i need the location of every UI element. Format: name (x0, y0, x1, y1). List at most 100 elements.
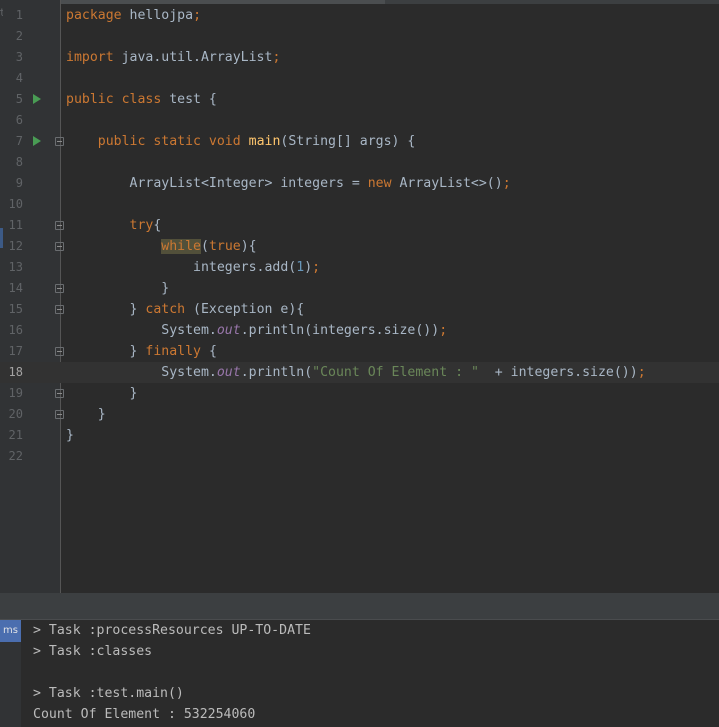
code-line[interactable]: 1 package hellojpa; (0, 5, 719, 26)
code-token: integers.add( (66, 260, 297, 275)
line-number[interactable]: 4 (3, 68, 23, 89)
line-number[interactable]: 22 (3, 446, 23, 467)
code-token: ; (312, 260, 321, 275)
code-line[interactable]: 14 } (0, 278, 719, 299)
code-token: + integers.size()) (478, 365, 638, 380)
code-line[interactable]: 3 import java.util.ArrayList; (0, 47, 719, 68)
code-text[interactable]: try{ (66, 215, 162, 236)
code-token: { (208, 344, 217, 359)
code-token: new (367, 176, 400, 191)
line-number[interactable]: 9 (3, 173, 23, 194)
tool-window-header[interactable] (0, 593, 719, 620)
code-line[interactable]: 11 try{ (0, 215, 719, 236)
code-text[interactable]: package hellojpa; (66, 5, 201, 26)
code-token: System. (66, 323, 217, 338)
line-number[interactable]: 10 (3, 194, 23, 215)
code-token: public class (66, 92, 170, 107)
code-line[interactable]: 7 public static void main(String[] args)… (0, 131, 719, 152)
run-console[interactable]: ms > Task :processResources UP-TO-DATE > … (0, 620, 719, 727)
code-line[interactable]: 16 System.out.println(integers.size()); (0, 320, 719, 341)
code-text[interactable]: System.out.println("Count Of Element : "… (66, 362, 645, 383)
run-icon[interactable] (33, 136, 41, 146)
code-token: import (66, 50, 122, 65)
code-line[interactable]: 12 while(true){ (0, 236, 719, 257)
line-number[interactable]: 3 (3, 47, 23, 68)
line-number[interactable]: 6 (3, 110, 23, 131)
code-text[interactable]: System.out.println(integers.size()); (66, 320, 447, 341)
fold-icon[interactable] (55, 410, 64, 419)
line-number[interactable]: 18 (3, 362, 23, 383)
line-number[interactable]: 21 (3, 425, 23, 446)
code-line[interactable]: 13 integers.add(1); (0, 257, 719, 278)
line-number[interactable]: 7 (3, 131, 23, 152)
fold-icon[interactable] (55, 284, 64, 293)
line-number[interactable]: 12 (3, 236, 23, 257)
line-number[interactable]: 19 (3, 383, 23, 404)
code-token: ; (272, 50, 281, 65)
code-line[interactable]: 10 (0, 194, 719, 215)
console-side-tab[interactable]: ms (0, 620, 21, 642)
code-line[interactable]: 17 } finally { (0, 341, 719, 362)
code-token: out (216, 365, 241, 380)
line-number[interactable]: 20 (3, 404, 23, 425)
code-line[interactable]: 20 } (0, 404, 719, 425)
code-text[interactable]: while(true){ (66, 236, 257, 257)
console-line: > Task :classes (33, 644, 153, 659)
code-token: ArrayList<Integer> integers = (66, 176, 368, 191)
code-text[interactable]: ArrayList<Integer> integers = new ArrayL… (66, 173, 511, 194)
code-text[interactable]: public class test { (66, 89, 217, 110)
line-number[interactable]: 17 (3, 341, 23, 362)
code-editor[interactable]: t 1package hellojpa;23import java.util.A… (0, 0, 719, 593)
line-number[interactable]: 5 (3, 89, 23, 110)
code-text[interactable]: public static void main(String[] args) { (66, 131, 416, 152)
code-token: { (153, 218, 162, 233)
code-text[interactable]: } finally { (66, 341, 217, 362)
code-line[interactable]: 5 public class test { (0, 89, 719, 110)
fold-icon[interactable] (55, 242, 64, 251)
line-number[interactable]: 13 (3, 257, 23, 278)
code-token: } (66, 281, 170, 296)
code-line[interactable]: 6 (0, 110, 719, 131)
fold-icon[interactable] (55, 347, 64, 356)
code-token: } (66, 302, 146, 317)
line-number[interactable]: 15 (3, 299, 23, 320)
code-line[interactable]: 21} (0, 425, 719, 446)
code-token: main (248, 134, 281, 149)
code-token: ( (200, 239, 209, 254)
line-number[interactable]: 2 (3, 26, 23, 47)
line-number[interactable]: 1 (3, 5, 23, 26)
console-line: Count Of Element : 532254060 (33, 707, 256, 722)
line-number[interactable]: 16 (3, 320, 23, 341)
code-line[interactable]: 22 (0, 446, 719, 467)
fold-icon[interactable] (55, 221, 64, 230)
code-line[interactable]: 2 (0, 26, 719, 47)
line-number[interactable]: 11 (3, 215, 23, 236)
fold-icon[interactable] (55, 137, 64, 146)
code-text[interactable]: } (66, 383, 138, 404)
code-token: } (66, 428, 74, 443)
code-line[interactable]: 9 ArrayList<Integer> integers = new Arra… (0, 173, 719, 194)
code-token: ; (439, 323, 448, 338)
code-token: } (66, 344, 146, 359)
code-line[interactable]: 8 (0, 152, 719, 173)
code-line[interactable]: 4 (0, 68, 719, 89)
code-line[interactable]: 15 } catch (Exception e){ (0, 299, 719, 320)
fold-icon[interactable] (55, 389, 64, 398)
code-text[interactable]: } (66, 425, 74, 446)
line-number[interactable]: 8 (3, 152, 23, 173)
code-line[interactable]: 19 } (0, 383, 719, 404)
line-number[interactable]: 14 (3, 278, 23, 299)
code-token: package (66, 8, 130, 23)
code-text[interactable]: } catch (Exception e){ (66, 299, 305, 320)
code-token: } (66, 386, 138, 401)
fold-icon[interactable] (55, 305, 64, 314)
code-text[interactable]: } (66, 278, 169, 299)
run-icon[interactable] (33, 94, 41, 104)
code-text[interactable]: import java.util.ArrayList; (66, 47, 280, 68)
code-text[interactable]: } (66, 404, 106, 425)
code-line[interactable]: 18 System.out.println("Count Of Element … (0, 362, 719, 383)
code-text[interactable]: integers.add(1); (66, 257, 320, 278)
console-line: > Task :processResources UP-TO-DATE (33, 623, 311, 638)
